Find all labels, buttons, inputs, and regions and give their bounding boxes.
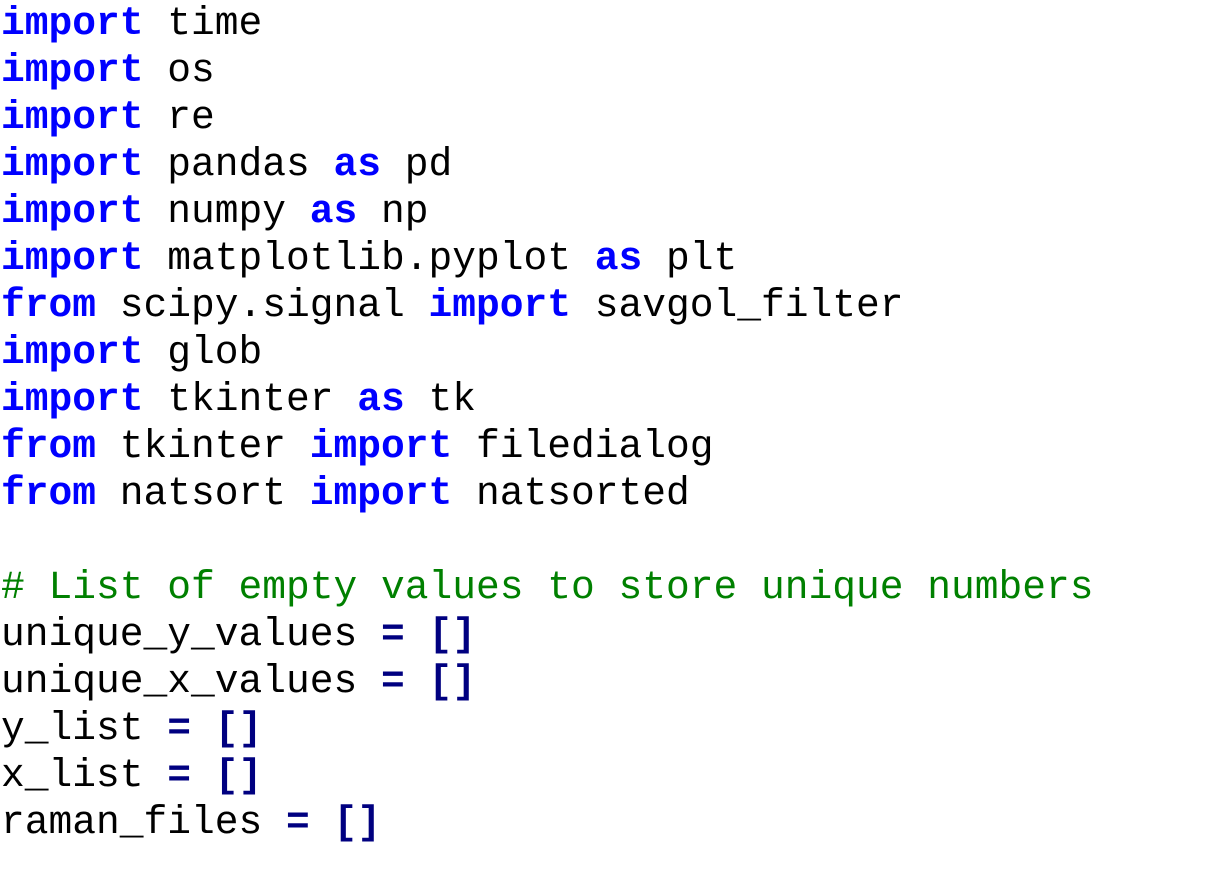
code-text: raman_files [1,800,287,845]
code-line: y_list = [] [1,705,1205,752]
keyword-token: import [309,471,453,516]
code-text: pandas [143,142,334,187]
code-text: scipy.signal [96,283,429,328]
operator-token: [] [214,706,263,751]
operator-token: = [167,753,192,798]
code-editor: import time import os import re import pand… [0,0,1205,846]
code-line: x_list = [] [1,752,1205,799]
code-line: from tkinter import filedialog [1,423,1205,470]
code-line: import tkinter as tk [1,376,1205,423]
code-line: import glob [1,329,1205,376]
keyword-token: import [1,236,144,281]
code-text: unique_y_values [1,612,382,657]
code-text: x_list [1,753,168,798]
code-line: unique_x_values = [] [1,658,1205,705]
keyword-token: import [428,283,572,328]
code-text: time [143,1,263,46]
code-line: unique_y_values = [] [1,611,1205,658]
code-text: os [143,48,215,93]
keyword-token: from [1,424,97,469]
code-line: from scipy.signal import savgol_filter [1,282,1205,329]
keyword-token: import [1,95,144,140]
code-text: natsort [96,471,310,516]
keyword-token: import [1,189,144,234]
keyword-token: import [1,142,144,187]
keyword-token: import [1,377,144,422]
keyword-token: as [594,236,643,281]
operator-token: = [381,612,405,657]
comment-token: # List of empty values to store unique n… [1,565,1094,610]
code-text: unique_x_values [1,659,382,704]
code-line: import os [1,47,1205,94]
operator-token: = [167,706,192,751]
keyword-token: as [357,377,405,422]
operator-token: = [286,800,310,845]
code-text: tkinter [96,424,310,469]
code-line: import time [1,0,1205,47]
code-text: np [357,189,429,234]
operator-token: [] [428,612,477,657]
code-line: from natsort import natsorted [1,470,1205,517]
code-text: tkinter [143,377,358,422]
operator-token: [] [333,800,382,845]
code-line: # List of empty values to store unique n… [1,564,1205,611]
code-text: savgol_filter [571,283,904,328]
keyword-token: as [309,189,358,234]
code-text: filedialog [452,424,714,469]
code-line: import matplotlib.pyplot as plt [1,235,1205,282]
keyword-token: as [333,142,382,187]
code-text: pd [381,142,453,187]
keyword-token: import [1,48,144,93]
code-text: plt [642,236,738,281]
operator-token: [] [214,753,263,798]
code-text: matplotlib.pyplot [143,236,595,281]
keyword-token: from [1,471,97,516]
operator-token: = [381,659,405,704]
code-line: import pandas as pd [1,141,1205,188]
code-line: import numpy as np [1,188,1205,235]
keyword-token: from [1,283,97,328]
code-text: numpy [143,189,310,234]
code-text: tk [404,377,477,422]
keyword-token: import [309,424,453,469]
code-line: raman_files = [] [1,799,1205,846]
code-text: re [143,95,215,140]
keyword-token: import [1,1,144,46]
code-line: import re [1,94,1205,141]
code-text: glob [143,330,263,375]
keyword-token: import [1,330,144,375]
operator-token: [] [428,659,477,704]
code-text: natsorted [452,471,690,516]
code-text: y_list [1,706,168,751]
